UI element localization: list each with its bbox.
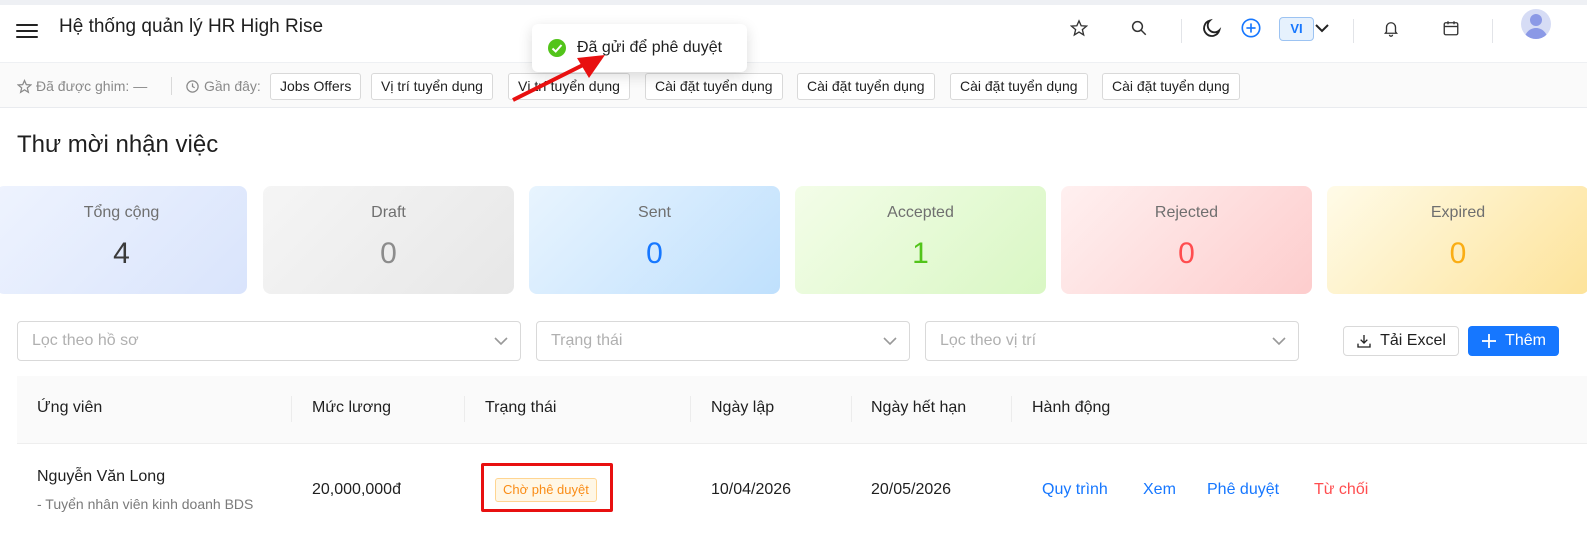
bell-icon[interactable]: [1379, 16, 1403, 40]
annotation-highlight-box: Chờ phê duyệt: [481, 463, 613, 512]
stat-card-draft[interactable]: Draft 0: [263, 186, 514, 294]
stat-label: Sent: [638, 204, 671, 221]
recent-chip[interactable]: Cài đặt tuyển dụng: [797, 73, 935, 100]
stat-card-total[interactable]: Tổng cộng 4: [0, 186, 247, 294]
recent-chip[interactable]: Vị trí tuyển dụng: [371, 73, 493, 100]
created-date: 10/04/2026: [711, 481, 792, 498]
app-title: Hệ thống quản lý HR High Rise: [59, 16, 324, 37]
menu-icon[interactable]: [16, 20, 40, 40]
column-separator: [851, 396, 852, 422]
header-divider: [1492, 19, 1493, 43]
chevron-down-icon: [494, 337, 508, 346]
stat-label: Rejected: [1154, 204, 1219, 221]
stat-value: 1: [912, 237, 929, 270]
search-icon[interactable]: [1127, 16, 1151, 40]
position-filter-select[interactable]: Lọc theo vị trí: [925, 321, 1299, 361]
recent-bar: Đã được ghim: — Gần đây: Jobs Offers Vị …: [0, 62, 1587, 108]
clock-icon: [186, 79, 199, 93]
stat-label: Draft: [371, 204, 406, 221]
table-row: Nguyễn Văn Long - Tuyển nhân viên kinh d…: [17, 445, 1587, 535]
status-filter-select[interactable]: Trạng thái: [536, 321, 910, 361]
salary-value: 20,000,000đ: [312, 481, 401, 498]
stat-value: 0: [1449, 237, 1467, 270]
candidate-position: - Tuyển nhân viên kinh doanh BDS: [37, 496, 254, 512]
header-divider: [1353, 19, 1354, 43]
stat-value: 0: [646, 237, 663, 270]
recent-chip[interactable]: Cài đặt tuyển dụng: [950, 73, 1088, 100]
column-separator: [690, 396, 691, 422]
select-placeholder: Lọc theo hồ sơ: [32, 332, 139, 349]
download-excel-button[interactable]: Tải Excel: [1343, 326, 1459, 356]
bar-divider: [171, 77, 172, 95]
column-header-status[interactable]: Trạng thái: [485, 399, 556, 417]
header-divider: [1181, 19, 1182, 43]
stat-value: 0: [380, 237, 397, 270]
stat-value: 0: [1178, 237, 1195, 270]
view-link[interactable]: Xem: [1143, 481, 1176, 499]
language-selector[interactable]: VI: [1279, 17, 1314, 41]
plus-circle-icon[interactable]: [1239, 16, 1263, 40]
chevron-down-icon[interactable]: [1310, 16, 1334, 40]
column-header-actions: Hành động: [1032, 399, 1111, 416]
calendar-icon[interactable]: [1439, 16, 1463, 40]
status-badge: Chờ phê duyệt: [495, 478, 597, 502]
stat-card-accepted[interactable]: Accepted 1: [795, 186, 1046, 294]
column-separator: [464, 396, 465, 422]
add-offer-button[interactable]: Thêm: [1468, 326, 1559, 356]
select-placeholder: Lọc theo vị trí: [940, 332, 1037, 349]
recent-chip[interactable]: Cài đặt tuyển dụng: [1102, 73, 1240, 100]
approve-link[interactable]: Phê duyệt: [1207, 481, 1279, 499]
star-outline-icon: [17, 78, 32, 94]
stat-label: Expired: [1430, 204, 1486, 221]
select-placeholder: Trạng thái: [551, 332, 623, 349]
recent-chip[interactable]: Jobs Offers: [270, 73, 362, 100]
recent-chip[interactable]: Cài đặt tuyển dụng: [645, 73, 783, 100]
pinned-label: Đã được ghim:: [36, 78, 130, 94]
plus-icon: [1482, 334, 1497, 348]
pinned-value: —: [133, 78, 148, 94]
moon-icon[interactable]: [1200, 16, 1224, 40]
annotation-arrow-icon: [512, 55, 605, 102]
app-header: Hệ thống quản lý HR High Rise VI: [0, 5, 1587, 60]
user-avatar-icon[interactable]: [1521, 9, 1551, 39]
expiry-date: 20/05/2026: [871, 481, 952, 498]
stat-label: Tổng cộng: [83, 204, 160, 221]
column-header-salary[interactable]: Mức lương: [312, 399, 391, 417]
recent-label: Gần đây:: [204, 78, 261, 94]
reject-link[interactable]: Từ chối: [1314, 481, 1368, 499]
profile-filter-select[interactable]: Lọc theo hồ sơ: [17, 321, 521, 361]
column-separator: [291, 396, 292, 422]
stat-card-expired[interactable]: Expired 0: [1327, 186, 1587, 294]
column-header-candidate[interactable]: Ứng viên: [37, 399, 102, 417]
pinned-section: Đã được ghim: —: [17, 78, 147, 94]
stat-value: 4: [113, 237, 130, 270]
candidate-name: Nguyễn Văn Long: [37, 468, 166, 485]
stat-label: Accepted: [887, 204, 954, 221]
add-label: Thêm: [1505, 332, 1546, 349]
column-separator: [1011, 396, 1012, 422]
chevron-down-icon: [1272, 337, 1286, 346]
table-header: Ứng viên Mức lương Trạng thái Ngày lập N…: [17, 376, 1587, 444]
page-title: Thư mời nhận việc: [17, 131, 219, 158]
chevron-down-icon: [883, 337, 897, 346]
star-icon[interactable]: [1067, 16, 1091, 40]
column-header-created[interactable]: Ngày lập: [711, 399, 774, 417]
stat-card-sent[interactable]: Sent 0: [529, 186, 780, 294]
excel-label: Tải Excel: [1380, 332, 1446, 349]
recent-section: Gần đây:: [185, 78, 261, 94]
workflow-link[interactable]: Quy trình: [1042, 481, 1108, 499]
column-header-expires[interactable]: Ngày hết hạn: [871, 399, 966, 417]
download-icon: [1357, 335, 1371, 348]
stat-card-rejected[interactable]: Rejected 0: [1061, 186, 1312, 294]
